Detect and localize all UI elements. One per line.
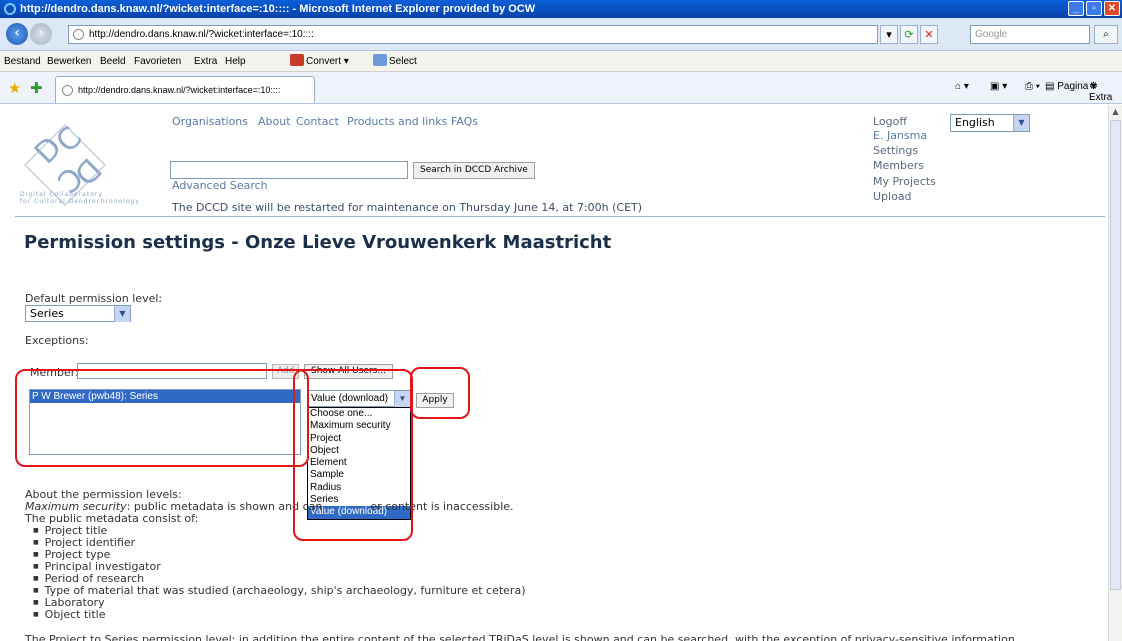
page-title: Permission settings - Onze Lieve Vrouwen…	[24, 232, 612, 253]
upload-link[interactable]: Upload	[873, 190, 912, 203]
list-item: Type of material that was studied (archa…	[33, 585, 725, 597]
chevron-down-icon: ▼	[1013, 115, 1029, 131]
scrollbar-thumb[interactable]	[1110, 120, 1121, 590]
nav-faqs[interactable]: FAQs	[451, 115, 478, 128]
page-content: D C C D Digital Collaboratory for Cultur…	[0, 105, 1108, 641]
convert-button[interactable]: Convert ▾	[290, 51, 349, 72]
advanced-search-link[interactable]: Advanced Search	[172, 179, 268, 192]
favorites-star-icon[interactable]: ★	[8, 79, 21, 97]
home-icon[interactable]: ⌂ ▾	[955, 81, 969, 92]
search-input[interactable]: Google	[970, 25, 1090, 44]
nav-contact[interactable]: Contact	[296, 115, 339, 128]
members-link[interactable]: Members	[873, 159, 924, 172]
select-button[interactable]: Select	[373, 51, 417, 72]
refresh-icon[interactable]: ⟳	[900, 25, 918, 44]
menu-bestand[interactable]: Bestand	[4, 51, 41, 72]
my-projects-link[interactable]: My Projects	[873, 175, 936, 188]
window-title: http://dendro.dans.knaw.nl/?wicket:inter…	[20, 3, 536, 15]
address-input[interactable]: http://dendro.dans.knaw.nl/?wicket:inter…	[68, 25, 878, 44]
maintenance-notice: The DCCD site will be restarted for main…	[172, 201, 643, 214]
stop-icon[interactable]: ✕	[920, 25, 938, 44]
search-icon[interactable]: ⌕	[1094, 25, 1118, 44]
minimize-button[interactable]: _	[1068, 1, 1084, 16]
project-to-series-text: The Project to Series permission level: …	[25, 633, 1019, 641]
page-icon	[62, 85, 73, 96]
page-icon	[73, 29, 84, 40]
annotation-box-apply	[410, 367, 470, 419]
list-item: Laboratory	[33, 597, 725, 609]
tools-menu[interactable]: ⚙ Extra	[1089, 81, 1122, 103]
annotation-box-exceptions	[15, 369, 309, 467]
maximize-button[interactable]: ▫	[1086, 1, 1102, 16]
annotation-box-permission-select	[293, 369, 413, 541]
scroll-up-icon[interactable]: ▲	[1109, 105, 1122, 119]
chevron-down-icon: ▼	[114, 306, 130, 322]
logoff-link[interactable]: Logoff	[873, 115, 907, 128]
header-divider	[15, 216, 1105, 217]
archive-search-input[interactable]	[170, 161, 408, 179]
add-favorites-icon[interactable]: ✚	[30, 79, 43, 97]
search-archive-button[interactable]: Search in DCCD Archive	[413, 162, 535, 179]
menu-beeld[interactable]: Beeld	[100, 51, 126, 72]
forward-button[interactable]: ›	[30, 23, 52, 45]
menu-extra[interactable]: Extra	[194, 51, 217, 72]
default-permission-select[interactable]: Series ▼	[25, 305, 131, 322]
user-name-link[interactable]: E. Jansma	[873, 129, 927, 142]
convert-icon	[290, 54, 304, 66]
exceptions-label: Exceptions:	[25, 334, 89, 347]
nav-organisations[interactable]: Organisations	[172, 115, 248, 128]
menu-bar: Bestand Bewerken Beeld Favorieten Extra …	[0, 51, 1122, 72]
nav-about[interactable]: About	[258, 115, 291, 128]
default-permission-label: Default permission level:	[25, 292, 163, 305]
back-button[interactable]: ‹	[6, 23, 28, 45]
ie-icon	[4, 3, 16, 15]
nav-products-links[interactable]: Products and links	[347, 115, 447, 128]
settings-link[interactable]: Settings	[873, 144, 918, 157]
logo-caption: Digital Collaboratory for Cultural Dendr…	[20, 191, 140, 205]
print-icon[interactable]: ⎙ ▾	[1025, 81, 1040, 92]
menu-help[interactable]: Help	[225, 51, 246, 72]
tab-current[interactable]: http://dendro.dans.knaw.nl/?wicket:inter…	[55, 76, 315, 103]
close-button[interactable]: ✕	[1104, 1, 1120, 16]
menu-bewerken[interactable]: Bewerken	[47, 51, 91, 72]
address-dropdown-button[interactable]: ▾	[880, 25, 898, 44]
list-item: Object title	[33, 609, 725, 621]
window-titlebar: http://dendro.dans.knaw.nl/?wicket:inter…	[0, 0, 1122, 18]
address-bar-row: ‹ › http://dendro.dans.knaw.nl/?wicket:i…	[0, 18, 1122, 51]
menu-favorieten[interactable]: Favorieten	[134, 51, 181, 72]
page-scrollbar[interactable]: ▲	[1108, 105, 1122, 641]
tab-bar: ★ ✚ http://dendro.dans.knaw.nl/?wicket:i…	[0, 72, 1122, 104]
feeds-icon[interactable]: ▣ ▾	[990, 81, 1007, 92]
select-icon	[373, 54, 387, 66]
language-select[interactable]: English ▼	[950, 114, 1030, 132]
